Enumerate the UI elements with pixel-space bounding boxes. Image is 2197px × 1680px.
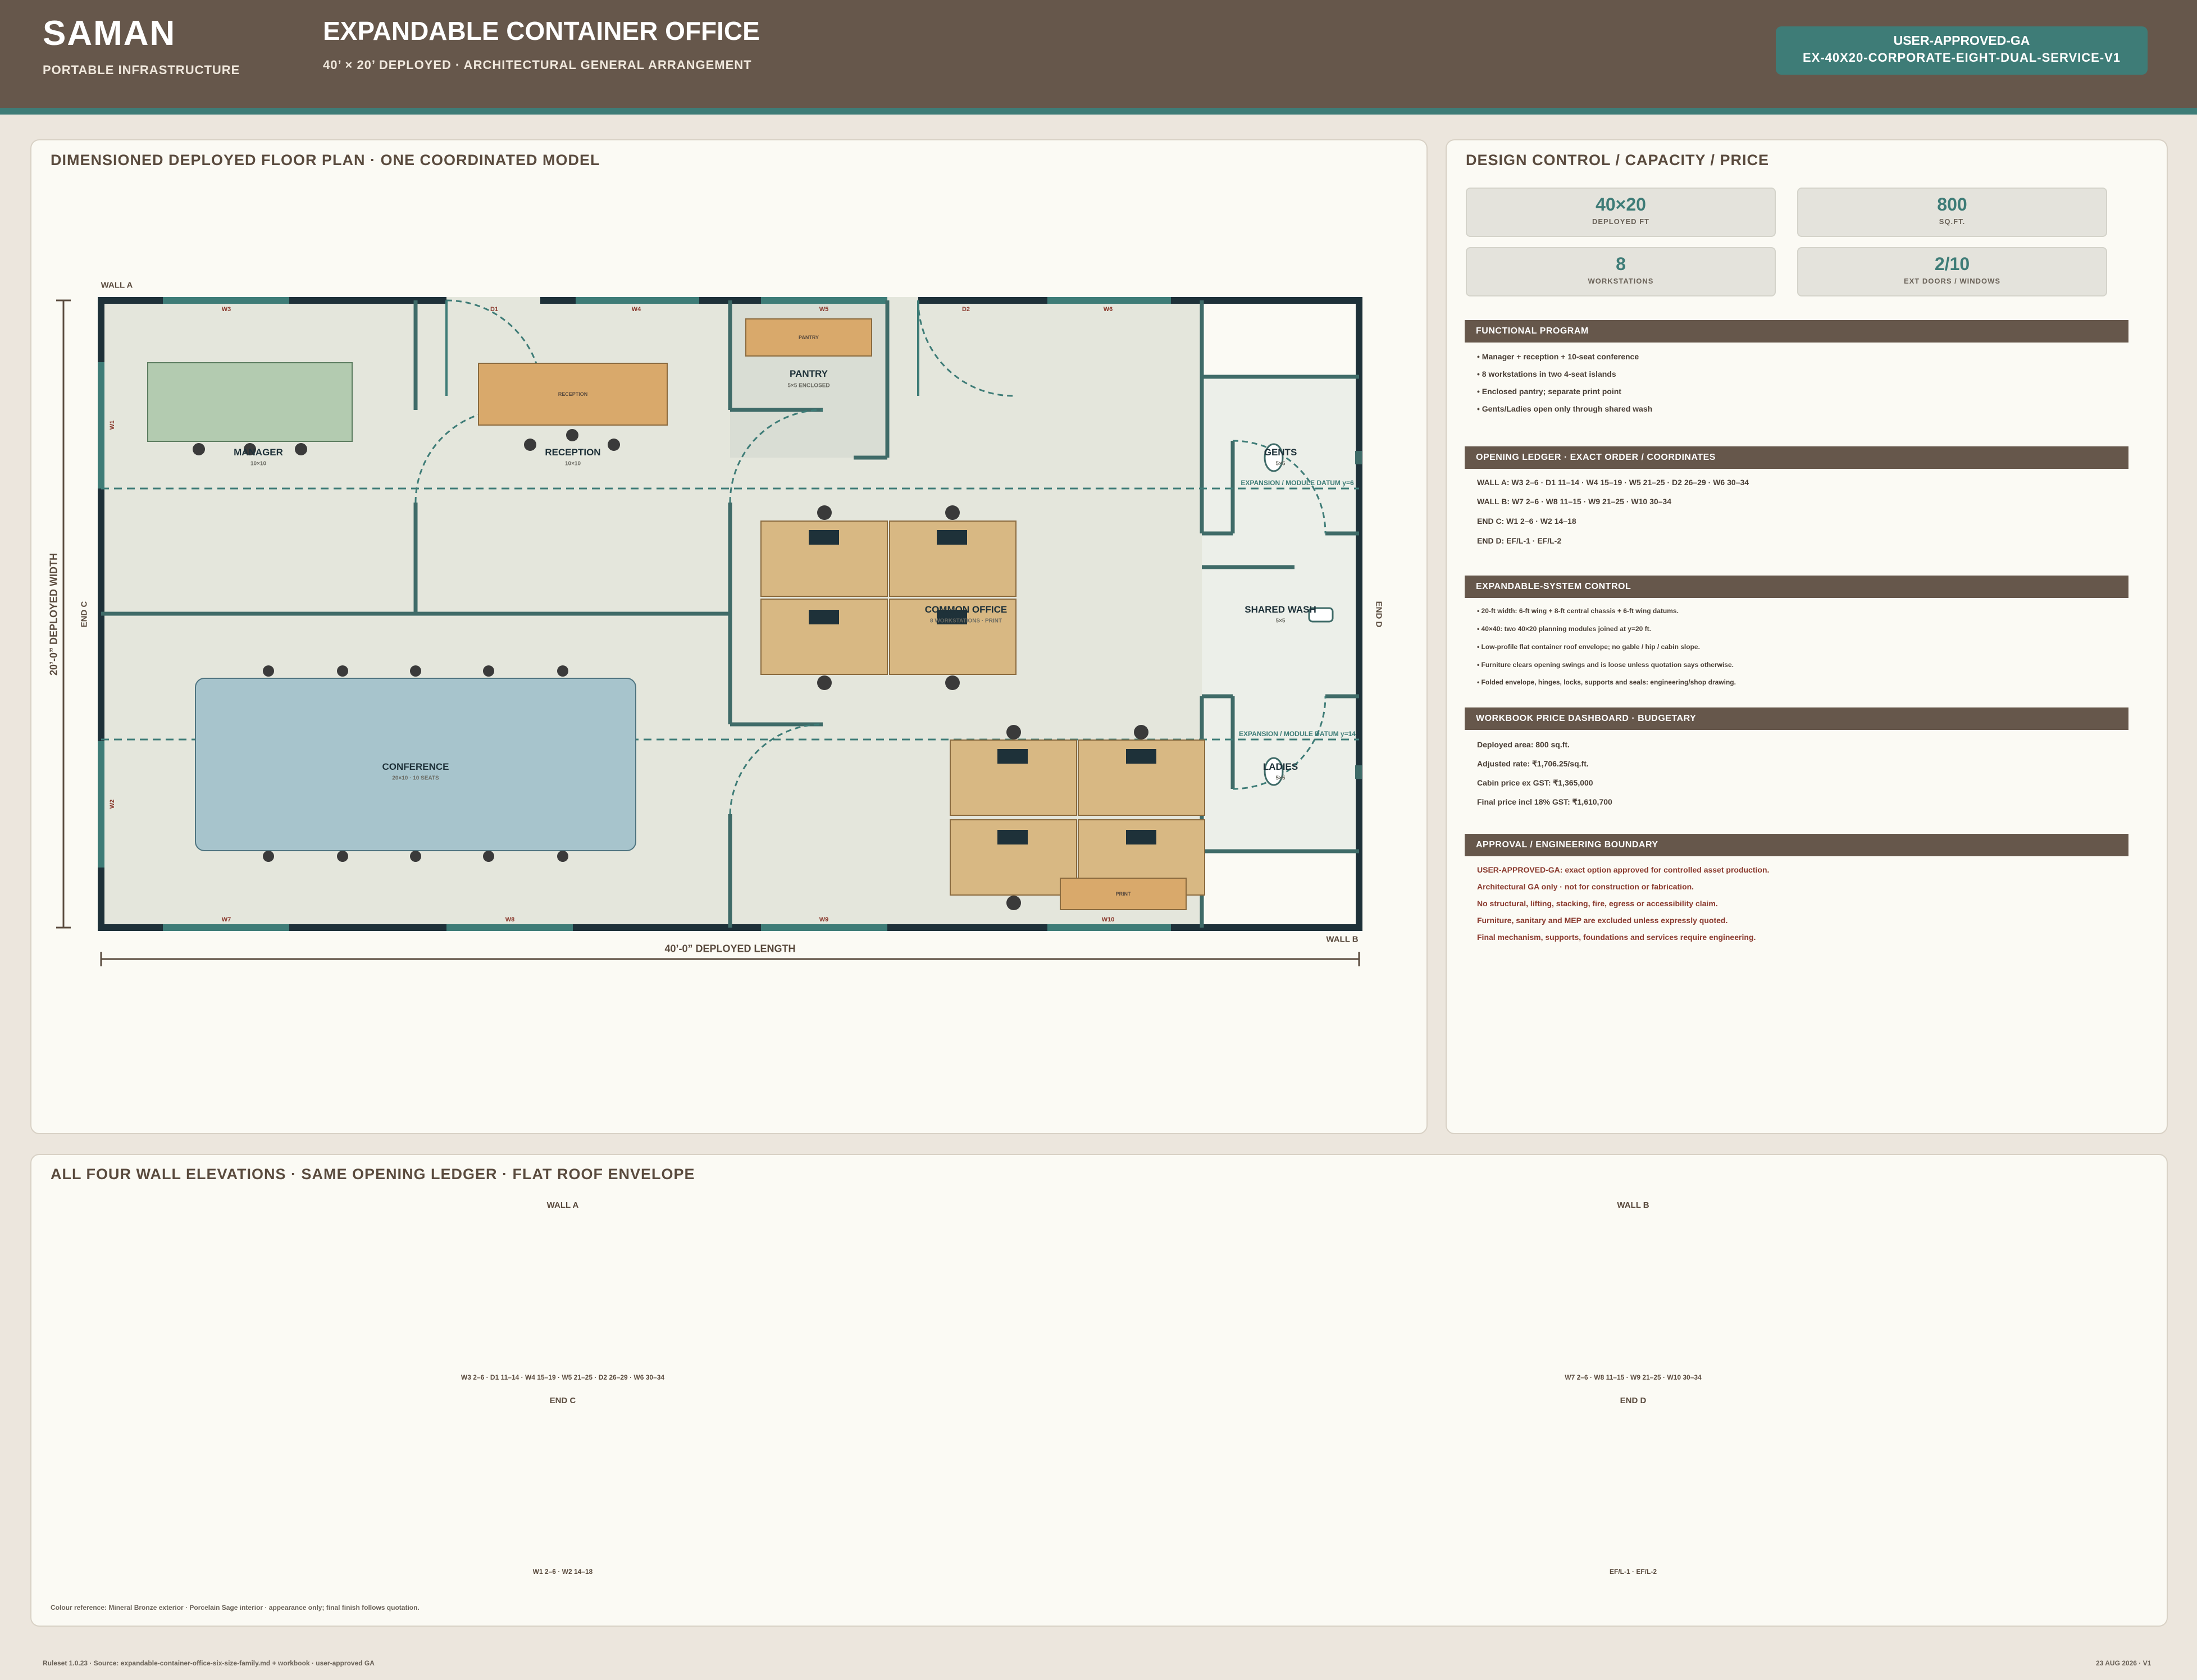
stat-label: EXT DOORS / WINDOWS xyxy=(1903,277,2001,285)
elevations-title: ALL FOUR WALL ELEVATIONS · SAME OPENING … xyxy=(51,1166,695,1183)
elevation-wall-a-label: WALL A xyxy=(546,1200,579,1210)
opening-w10: W10 xyxy=(1101,916,1115,923)
list-item: WALL B: W7 2–6 · W8 11–15 · W9 21–25 · W… xyxy=(1477,497,1672,506)
wash-bottom-void xyxy=(1202,851,1356,924)
list-item: Furniture, sanitary and MEP are excluded… xyxy=(1477,916,1728,925)
module-datum-label-1: EXPANSION / MODULE DATUM y=6 xyxy=(1241,479,1354,487)
elevation-wall-b-caption: W7 2–6 · W8 11–15 · W9 21–25 · W10 30–34 xyxy=(1565,1373,1702,1381)
room-shared-wash: SHARED WASH xyxy=(1245,604,1316,615)
footer-date: 23 AUG 2026 · V1 xyxy=(2096,1659,2152,1667)
width-dimension: 20’-0” DEPLOYED WIDTH xyxy=(48,553,60,676)
opening-w2: W2 xyxy=(109,799,116,809)
stat-label: WORKSTATIONS xyxy=(1588,277,1654,285)
list-item: • Low-profile flat container roof envelo… xyxy=(1477,643,1700,651)
list-item: Deployed area: 800 sq.ft. xyxy=(1477,740,1570,749)
list-item: • 20-ft width: 6-ft wing + 8-ft central … xyxy=(1477,607,1679,615)
stat-value: 2/10 xyxy=(1934,254,1970,274)
list-item: USER-APPROVED-GA: exact option approved … xyxy=(1477,865,1770,874)
room-reception-size: 10×10 xyxy=(564,460,581,467)
list-item: Architectural GA only · not for construc… xyxy=(1477,882,1694,891)
room-conference: CONFERENCE xyxy=(382,761,449,772)
elevation-end-d-caption: EF/L-1 · EF/L-2 xyxy=(1610,1568,1657,1576)
list-item: WALL A: W3 2–6 · D1 11–14 · W4 15–19 · W… xyxy=(1477,478,1749,487)
room-manager: MANAGER xyxy=(234,447,283,458)
list-item: • Folded envelope, hinges, locks, suppor… xyxy=(1477,678,1736,686)
list-item: • 40×40: two 40×20 planning modules join… xyxy=(1477,625,1651,633)
elevation-wall-a-caption: W3 2–6 · D1 11–14 · W4 15–19 · W5 21–25 … xyxy=(461,1373,665,1381)
footer-source: Ruleset 1.0.23 · Source: expandable-cont… xyxy=(43,1659,375,1667)
opening-d1: D1 xyxy=(490,306,499,313)
room-common-office-size: 8 WORKSTATIONS · PRINT xyxy=(930,618,1002,624)
label-end-c: END C xyxy=(79,601,89,628)
wash-top-void xyxy=(1202,304,1356,377)
section-expandable-system: EXPANDABLE-SYSTEM CONTROL xyxy=(1465,576,2128,598)
list-item: • Manager + reception + 10-seat conferen… xyxy=(1477,352,1639,361)
elevation-end-d-label: END D xyxy=(1620,1396,1647,1405)
stat-card-dimensions: 40×20 DEPLOYED FT xyxy=(1466,188,1776,237)
elevations-panel xyxy=(30,1154,2168,1627)
room-pantry: PANTRY xyxy=(790,368,828,379)
room-reception: RECEPTION xyxy=(545,447,601,458)
list-item: • Furniture clears opening swings and is… xyxy=(1477,661,1734,669)
section-opening-ledger: OPENING LEDGER · EXACT ORDER / COORDINAT… xyxy=(1465,446,2128,469)
opening-w4: W4 xyxy=(631,306,641,313)
room-gents: GENTS xyxy=(1264,447,1297,458)
manager-table xyxy=(147,362,353,442)
design-control-title: DESIGN CONTROL / CAPACITY / PRICE xyxy=(1466,152,1770,168)
elevation-end-c-label: END C xyxy=(549,1396,576,1405)
list-item: Adjusted rate: ₹1,706.25/sq.ft. xyxy=(1477,759,1589,768)
opening-w1: W1 xyxy=(109,420,116,430)
label-wall-a: WALL A xyxy=(101,280,133,290)
list-item: END C: W1 2–6 · W2 14–18 xyxy=(1477,517,1576,526)
stat-card-area: 800 SQ.FT. xyxy=(1797,188,2107,237)
module-datum-label-2: EXPANSION / MODULE DATUM y=14 xyxy=(1239,730,1356,738)
list-item: Cabin price ex GST: ₹1,365,000 xyxy=(1477,778,1593,787)
stat-label: SQ.FT. xyxy=(1939,217,1966,226)
stat-value: 800 xyxy=(1937,194,1967,214)
label-wall-b: WALL B xyxy=(1326,934,1359,944)
room-conference-size: 20×10 · 10 SEATS xyxy=(392,775,439,782)
stat-card-openings: 2/10 EXT DOORS / WINDOWS xyxy=(1797,247,2107,296)
pantry-counter-label: PANTRY xyxy=(799,335,819,340)
stat-label: DEPLOYED FT xyxy=(1592,217,1649,226)
room-common-office: COMMON OFFICE xyxy=(924,604,1008,615)
list-item: END D: EF/L-1 · EF/L-2 xyxy=(1477,536,1562,545)
list-item: • Enclosed pantry; separate print point xyxy=(1477,387,1621,396)
section-price-dashboard: WORKBOOK PRICE DASHBOARD · BUDGETARY xyxy=(1465,707,2128,730)
stat-value: 40×20 xyxy=(1596,194,1646,214)
stat-card-workstations: 8 WORKSTATIONS xyxy=(1466,247,1776,296)
opening-w3: W3 xyxy=(221,306,231,313)
section-approval-boundary: APPROVAL / ENGINEERING BOUNDARY xyxy=(1465,834,2128,856)
list-item: Final mechanism, supports, foundations a… xyxy=(1477,933,1756,942)
list-item: • 8 workstations in two 4-seat islands xyxy=(1477,369,1616,378)
room-ladies-size: 5×5 xyxy=(1275,775,1286,782)
opening-w7: W7 xyxy=(221,916,231,923)
room-ladies: LADIES xyxy=(1262,761,1298,772)
room-shared-wash-size: 5×5 xyxy=(1275,618,1286,624)
elevation-wall-b-label: WALL B xyxy=(1617,1200,1649,1210)
opening-w6: W6 xyxy=(1103,306,1113,313)
colour-reference-note: Colour reference: Mineral Bronze exterio… xyxy=(51,1604,420,1611)
list-item: No structural, lifting, stacking, fire, … xyxy=(1477,899,1718,908)
opening-w8: W8 xyxy=(505,916,515,923)
length-dimension: 40’-0” DEPLOYED LENGTH xyxy=(664,943,796,955)
label-end-d: END D xyxy=(1374,601,1384,628)
print-counter-label: PRINT xyxy=(1115,891,1131,897)
opening-w9: W9 xyxy=(819,916,829,923)
section-functional-program: FUNCTIONAL PROGRAM xyxy=(1465,320,2128,343)
reception-desk-label: RECEPTION xyxy=(558,391,588,397)
room-pantry-size: 5×5 ENCLOSED xyxy=(787,382,830,389)
room-manager-size: 10×10 xyxy=(250,460,267,467)
opening-w5: W5 xyxy=(819,306,829,313)
elevation-end-c-caption: W1 2–6 · W2 14–18 xyxy=(532,1568,593,1576)
list-item: • Gents/Ladies open only through shared … xyxy=(1477,404,1653,413)
list-item: Final price incl 18% GST: ₹1,610,700 xyxy=(1477,797,1612,806)
opening-d2: D2 xyxy=(961,306,970,313)
stat-value: 8 xyxy=(1616,254,1626,274)
room-gents-size: 5×5 xyxy=(1275,460,1286,467)
